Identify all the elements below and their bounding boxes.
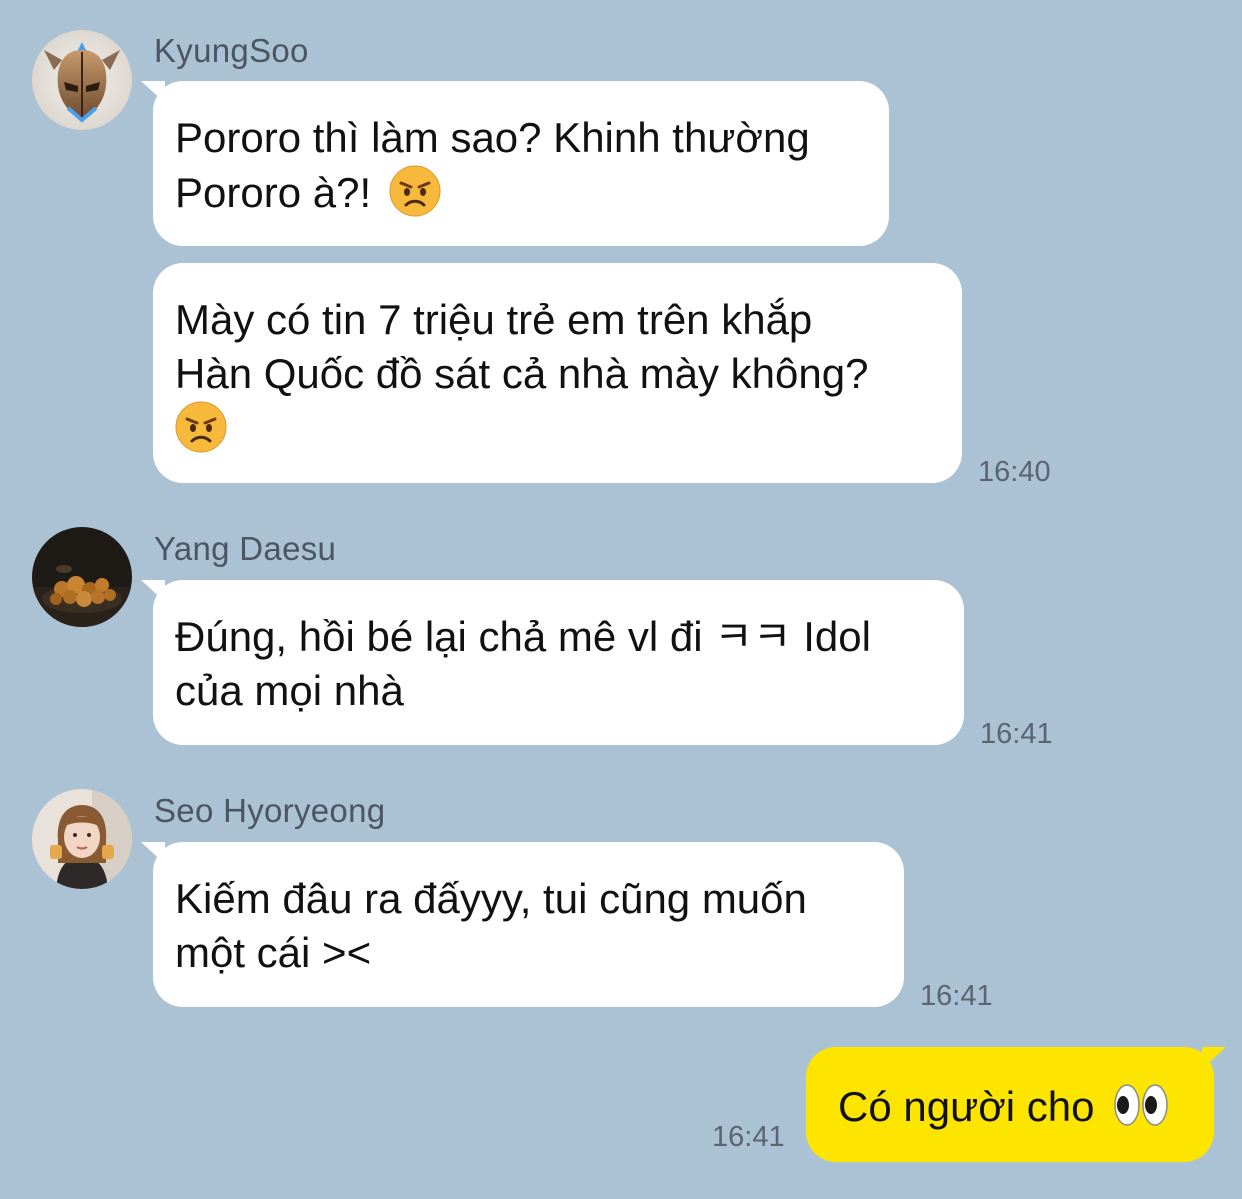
my-message-bubble[interactable]: Có người cho: [806, 1047, 1226, 1162]
angry-face-emoji: [389, 165, 441, 217]
message-text-line: Kiếm đâu ra đấyyy, tui cũng muốn: [175, 875, 807, 922]
knight-helmet-avatar-icon: [32, 30, 132, 130]
avatar-yang-daesu[interactable]: [32, 527, 132, 627]
sender-name: KyungSoo: [154, 32, 309, 69]
message-text-line: Mày có tin 7 triệu trẻ em trên khắp: [175, 296, 813, 343]
message-bubble[interactable]: Kiếm đâu ra đấyyy, tui cũng muốn một cái…: [141, 842, 904, 1007]
message-text-line: Hàn Quốc đồ sát cả nhà mày không?: [175, 350, 869, 397]
message-text-line: Đúng, hồi bé lại chả mê vl đi ㅋㅋ Idol: [175, 613, 871, 660]
message-text-line: Pororo à?!: [175, 165, 867, 220]
message-timestamp: 16:41: [920, 980, 993, 1012]
message-bubble[interactable]: Đúng, hồi bé lại chả mê vl đi ㅋㅋ Idol củ…: [141, 580, 964, 745]
eyes-emoji: [1112, 1079, 1170, 1131]
avatar-seo-hyoryeong[interactable]: [32, 789, 132, 889]
fried-food-avatar-icon: [32, 527, 132, 627]
message-timestamp: 16:40: [978, 456, 1051, 488]
message-text: Có người cho: [838, 1083, 1095, 1130]
sender-name: Yang Daesu: [154, 530, 337, 567]
message-timestamp: 16:41: [712, 1121, 785, 1153]
message-timestamp: 16:41: [980, 718, 1053, 750]
message-text-line: một cái ><: [175, 929, 372, 976]
girl-photo-avatar-icon: [32, 789, 132, 889]
message-text-line: Pororo thì làm sao? Khinh thường: [175, 114, 810, 161]
sender-name: Seo Hyoryeong: [154, 792, 386, 829]
message-bubble[interactable]: Pororo thì làm sao? Khinh thường Pororo …: [141, 81, 889, 246]
avatar-kyungsoo[interactable]: [32, 30, 132, 130]
message-bubble[interactable]: Mày có tin 7 triệu trẻ em trên khắp Hàn …: [153, 263, 962, 483]
message-text-line: của mọi nhà: [175, 667, 404, 714]
angry-face-emoji: [175, 401, 227, 453]
message-text-line: [175, 401, 940, 456]
